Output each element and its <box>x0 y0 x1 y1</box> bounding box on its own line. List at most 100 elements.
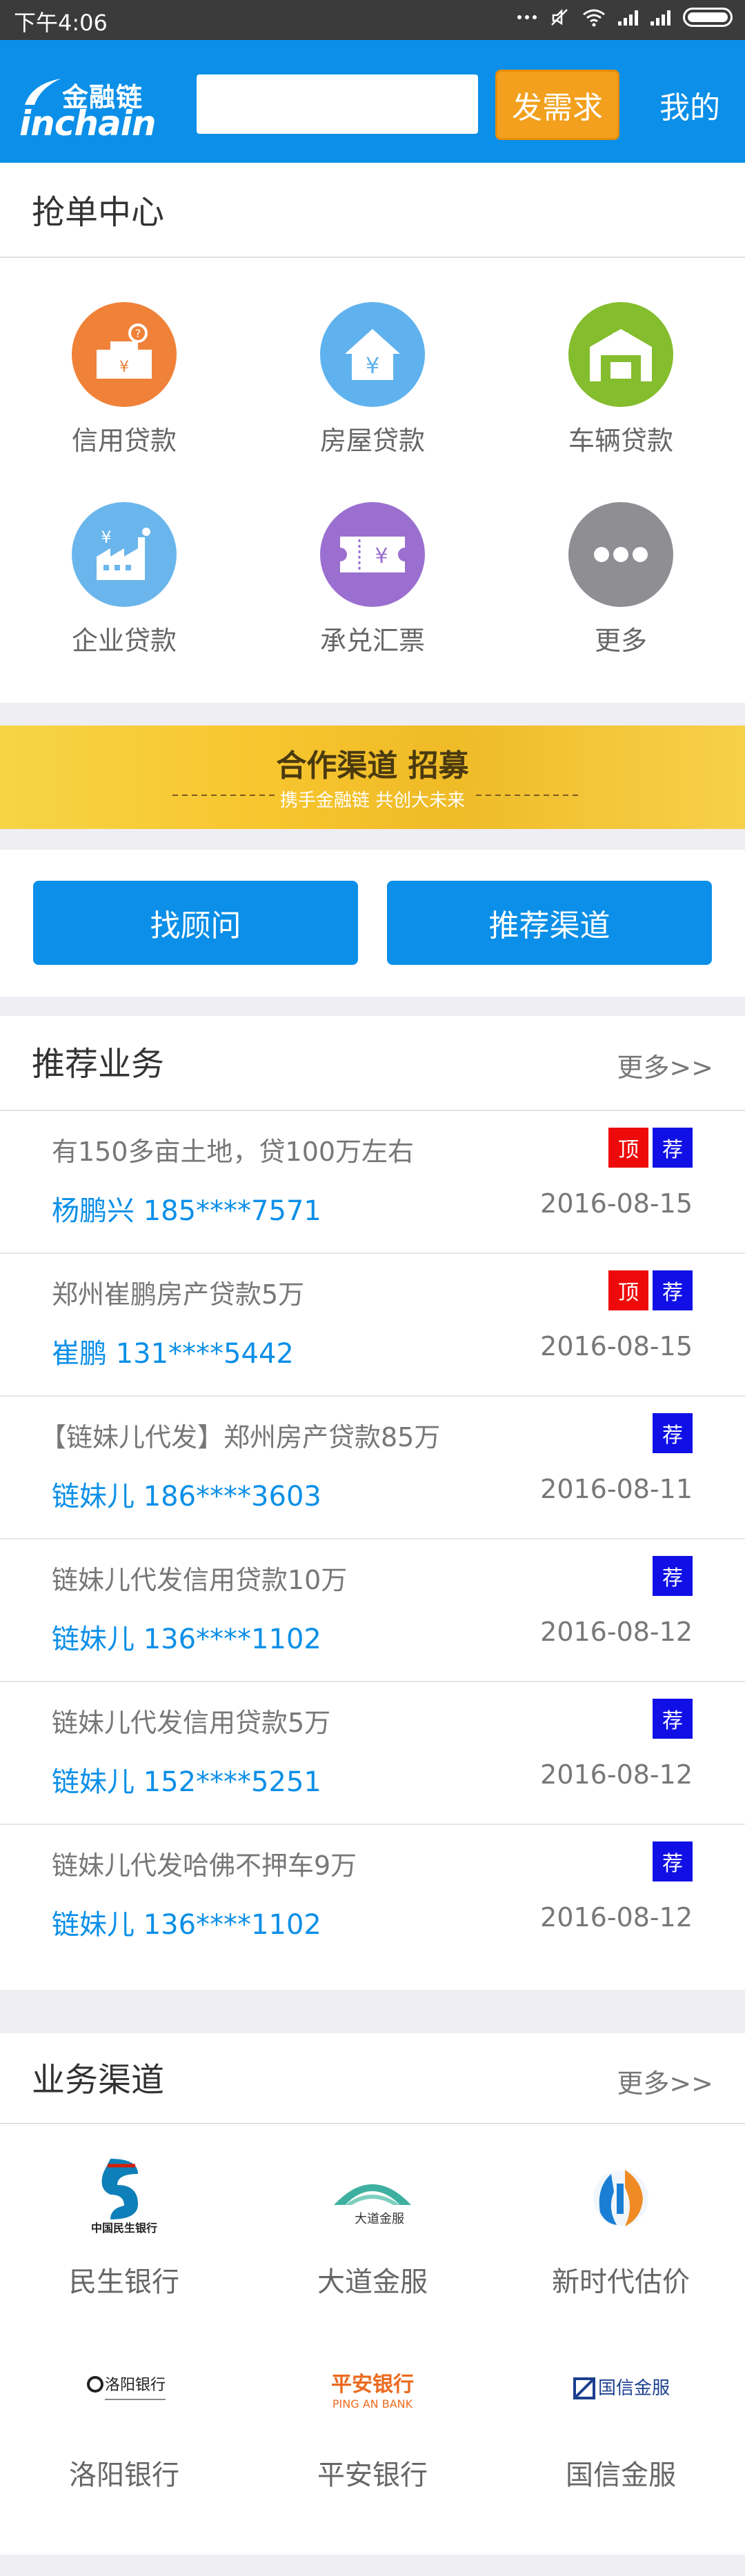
grab-center-section: 抢单中心 ? ¥ 信用贷款 ¥ 房屋贷款 ¥ 车辆贷款 ¥ 企业贷款 ¥ 承兑汇票 <box>0 163 745 703</box>
business-date: 2016-08-12 <box>540 1617 693 1647</box>
channel-item[interactable]: 国信金服 国信金服 <box>497 2346 745 2493</box>
category-label: 更多 <box>594 626 647 656</box>
recommended-more-link[interactable]: 更多>> <box>617 1046 713 1084</box>
category-label: 企业贷款 <box>71 626 177 656</box>
channel-name: 民生银行 <box>69 2266 179 2298</box>
badge-group: 荐 <box>653 1841 693 1881</box>
post-demand-button[interactable]: 发需求 <box>495 70 619 140</box>
category-credit-loan[interactable]: ? ¥ 信用贷款 <box>0 302 248 457</box>
app-logo[interactable]: 金融链 inchain <box>19 76 179 143</box>
enterprise-loan-icon: ¥ <box>72 502 177 607</box>
channels-more-link[interactable]: 更多>> <box>617 2062 713 2100</box>
business-contact: 链妹儿 152****5251 <box>52 1766 321 1798</box>
house-loan-icon: ¥ <box>320 302 425 407</box>
find-advisor-button[interactable]: 找顾问 <box>33 881 358 965</box>
business-title: 【链妹儿代发】郑州房产贷款85万 <box>40 1422 441 1452</box>
category-label: 信用贷款 <box>71 426 177 456</box>
signal-icon-2 <box>650 9 670 26</box>
business-title: 郑州崔鹏房产贷款5万 <box>52 1279 305 1310</box>
banner-subtitle: 携手金融链 共创大未来 <box>279 790 466 811</box>
guoxin-logo-text: 国信金服 <box>598 2378 670 2399</box>
dadao-finance-logo: 大道金服 <box>248 2153 497 2243</box>
recommend-badge: 荐 <box>653 1556 693 1596</box>
channel-item[interactable]: 平安银行 PING AN BANK 平安银行 <box>248 2346 497 2493</box>
minsheng-bank-logo: 中国民生银行 <box>0 2153 248 2243</box>
section-title: 业务渠道 <box>32 2061 165 2099</box>
business-date: 2016-08-12 <box>540 1902 693 1933</box>
battery-icon <box>683 8 733 27</box>
luoyang-bank-logo: 洛阳银行 <box>0 2346 248 2436</box>
my-account-link[interactable]: 我的 <box>659 83 720 127</box>
business-channels-section: 业务渠道 更多>> 中国民生银行 民生银行 大道金服 大道金服 新时代估价 洛阳… <box>0 2033 745 2555</box>
dadao-logo-text: 大道金服 <box>355 2212 404 2226</box>
channel-item[interactable]: 新时代估价 <box>497 2153 745 2299</box>
business-date: 2016-08-15 <box>540 1331 693 1361</box>
search-input[interactable] <box>197 74 478 134</box>
business-contact: 崔鹏 131****5442 <box>52 1338 294 1370</box>
status-icons <box>517 7 733 28</box>
svg-text:¥: ¥ <box>613 328 629 356</box>
business-contact: 链妹儿 136****1102 <box>52 1909 321 1941</box>
channel-recruit-banner[interactable]: 合作渠道 招募 携手金融链 共创大未来 <box>0 726 745 829</box>
mute-icon <box>551 8 568 26</box>
business-title: 链妹儿代发信用贷款5万 <box>52 1708 331 1738</box>
category-car-loan[interactable]: ¥ 车辆贷款 <box>497 302 745 457</box>
svg-text:¥: ¥ <box>119 359 129 376</box>
section-title: 推荐业务 <box>32 1045 165 1084</box>
category-more[interactable]: 更多 <box>497 502 745 657</box>
recommended-business-section: 推荐业务 更多>> 有150多亩土地，贷100万左右 顶 荐 杨鹏兴 185**… <box>0 1016 745 1990</box>
channel-name: 洛阳银行 <box>69 2459 179 2491</box>
recommend-channel-button[interactable]: 推荐渠道 <box>387 881 712 965</box>
channel-item[interactable]: 大道金服 大道金服 <box>248 2153 497 2299</box>
recommend-badge: 荐 <box>653 1699 693 1739</box>
business-item[interactable]: 链妹儿代发信用贷款5万 荐 链妹儿 152****5251 2016-08-12 <box>0 1682 745 1825</box>
channel-item[interactable]: 洛阳银行 洛阳银行 <box>0 2346 248 2493</box>
business-contact: 链妹儿 186****3603 <box>52 1481 321 1512</box>
car-loan-icon: ¥ <box>568 302 673 407</box>
status-bar: 下午4:06 <box>0 0 745 40</box>
channel-name: 新时代估价 <box>552 2266 690 2298</box>
business-title: 链妹儿代发哈佛不押车9万 <box>52 1850 357 1881</box>
svg-text:¥: ¥ <box>366 352 379 379</box>
more-icon <box>568 502 673 607</box>
business-item[interactable]: 链妹儿代发哈佛不押车9万 荐 链妹儿 136****1102 2016-08-1… <box>0 1825 745 1968</box>
channel-name: 国信金服 <box>566 2459 676 2491</box>
divider <box>0 257 745 258</box>
pingan-logo-text: 平安银行 <box>331 2373 414 2397</box>
channel-name: 大道金服 <box>317 2266 428 2298</box>
badge-group: 荐 <box>653 1556 693 1596</box>
app-header: 金融链 inchain 发需求 我的 <box>0 40 745 163</box>
business-item[interactable]: 链妹儿代发信用贷款10万 荐 链妹儿 136****1102 2016-08-1… <box>0 1539 745 1682</box>
channel-name: 平安银行 <box>317 2459 428 2491</box>
category-house-loan[interactable]: ¥ 房屋贷款 <box>248 302 497 457</box>
more-dots-icon <box>517 15 537 19</box>
credit-loan-icon: ? ¥ <box>72 302 177 407</box>
business-title: 链妹儿代发信用贷款10万 <box>52 1565 348 1595</box>
status-time: 下午4:06 <box>14 10 108 36</box>
signal-icon <box>618 9 638 26</box>
category-enterprise-loan[interactable]: ¥ 企业贷款 <box>0 502 248 657</box>
pinned-badge: 顶 <box>608 1270 648 1310</box>
recommend-badge: 荐 <box>653 1413 693 1453</box>
category-label: 房屋贷款 <box>319 426 425 456</box>
svg-text:PING AN BANK: PING AN BANK <box>332 2397 413 2410</box>
channel-item[interactable]: 中国民生银行 民生银行 <box>0 2153 248 2299</box>
wifi-icon <box>583 9 605 27</box>
recommend-badge: 荐 <box>653 1128 693 1168</box>
pingan-bank-logo: 平安银行 PING AN BANK <box>248 2346 497 2436</box>
bill-icon: ¥ <box>320 502 425 607</box>
business-item[interactable]: 郑州崔鹏房产贷款5万 顶 荐 崔鹏 131****5442 2016-08-15 <box>0 1254 745 1397</box>
business-contact: 链妹儿 136****1102 <box>52 1624 321 1655</box>
svg-text:¥: ¥ <box>375 544 388 568</box>
badge-group: 顶 荐 <box>608 1270 693 1310</box>
category-bill[interactable]: ¥ 承兑汇票 <box>248 502 497 657</box>
business-date: 2016-08-11 <box>540 1474 693 1504</box>
category-label: 承兑汇票 <box>319 626 425 656</box>
luoyang-logo-text: 洛阳银行 <box>105 2377 166 2394</box>
xinshidai-valuation-logo <box>497 2153 745 2243</box>
business-contact: 杨鹏兴 185****7571 <box>52 1195 321 1227</box>
business-title: 有150多亩土地，贷100万左右 <box>52 1137 415 1167</box>
business-item[interactable]: 有150多亩土地，贷100万左右 顶 荐 杨鹏兴 185****7571 201… <box>0 1111 745 1254</box>
business-item[interactable]: 【链妹儿代发】郑州房产贷款85万 荐 链妹儿 186****3603 2016-… <box>0 1397 745 1539</box>
category-label: 车辆贷款 <box>568 426 673 456</box>
